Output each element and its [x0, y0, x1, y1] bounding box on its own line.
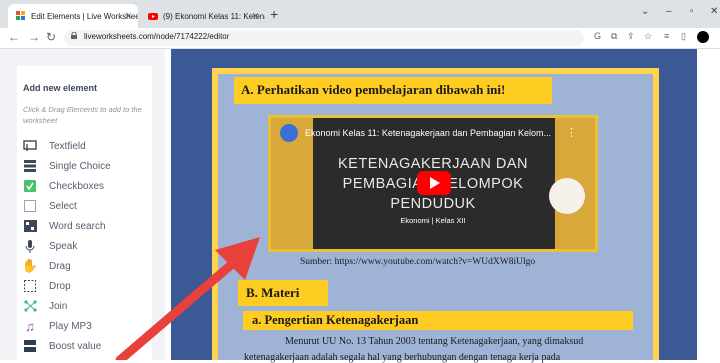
forward-icon[interactable]: → — [28, 30, 40, 44]
sidebar-item-label: Word search — [49, 220, 106, 232]
bookmark-star-icon[interactable]: ☆ — [644, 31, 652, 42]
youtube-favicon-icon — [148, 13, 158, 20]
sidebar-item-label: Join — [49, 300, 68, 312]
subsection-heading: a. Pengertian Ketenagakerjaan — [243, 311, 633, 330]
select-icon — [23, 199, 37, 213]
sidebar-item-label: Select — [49, 200, 77, 212]
sidebar-item-label: Drop — [49, 280, 71, 292]
sidebar-item-label: Checkboxes — [49, 180, 105, 192]
textfield-icon — [23, 139, 37, 153]
section-a-title: A. Perhatikan video pembelajaran dibawah… — [241, 82, 506, 97]
play-button[interactable] — [417, 171, 451, 195]
element-single-choice[interactable]: Single Choice — [23, 158, 111, 174]
video-title[interactable]: Ekonomi Kelas 11: Ketenagakerjaan dan Pe… — [305, 128, 551, 138]
checkbox-icon — [23, 179, 37, 193]
share-icon[interactable]: ⇪ — [627, 31, 635, 42]
money-bag-icon — [549, 178, 585, 214]
profile-avatar[interactable] — [697, 31, 709, 43]
drop-zone-icon — [23, 279, 37, 293]
element-drag[interactable]: ✋ Drag — [21, 258, 71, 274]
close-tab-icon[interactable]: ✕ — [251, 11, 259, 22]
element-boost-value[interactable]: Boost value — [23, 338, 101, 354]
channel-avatar[interactable] — [280, 124, 298, 142]
video-source: Sumber: https://www.youtube.com/watch?v=… — [300, 257, 536, 267]
liveworksheets-favicon-icon — [16, 11, 25, 20]
minimize-icon[interactable]: – — [666, 6, 672, 17]
element-textfield[interactable]: Textfield — [23, 138, 86, 154]
element-word-search[interactable]: Word search — [23, 218, 106, 234]
new-tab-button[interactable]: + — [270, 6, 278, 22]
tab-bar: Edit Elements | Live Worksheets ✕ (9) Ek… — [0, 0, 720, 28]
element-checkboxes[interactable]: Checkboxes — [23, 178, 104, 194]
music-icon: ♫ — [25, 318, 35, 334]
microphone-icon — [23, 239, 37, 253]
paragraph-line: Menurut UU No. 13 Tahun 2003 tentang Ket… — [285, 336, 584, 347]
url-text[interactable]: liveworksheets.com/node/7174222/editor — [84, 32, 229, 41]
tab-youtube[interactable]: (9) Ekonomi Kelas 11: Ketenagaker ✕ — [140, 4, 265, 28]
back-icon[interactable]: ← — [8, 30, 20, 44]
word-search-icon — [23, 219, 37, 233]
tab-title: Edit Elements | Live Worksheets — [31, 11, 138, 21]
video-heading-line3: PENDUDUK — [390, 196, 476, 212]
paragraph-line: ketenagakerjaan adalah segala hal yang b… — [244, 352, 561, 363]
sidebar-item-label: Speak — [49, 240, 78, 252]
google-icon[interactable]: G — [594, 31, 601, 41]
maximize-icon[interactable]: ▫ — [690, 6, 694, 17]
tab-title: (9) Ekonomi Kelas 11: Ketenagaker — [163, 11, 265, 21]
video-menu-icon[interactable]: ⋮ — [566, 126, 577, 139]
reload-icon[interactable]: ↻ — [46, 30, 56, 44]
side-panel-icon[interactable]: ▯ — [681, 31, 686, 42]
subsection-title: a. Pengertian Ketenagakerjaan — [252, 313, 419, 327]
embedded-video[interactable]: Ekonomi Kelas 11: Ketenagakerjaan dan Pe… — [268, 115, 598, 252]
tab-live-worksheets[interactable]: Edit Elements | Live Worksheets ✕ — [8, 4, 138, 28]
element-speak[interactable]: Speak — [23, 238, 77, 254]
element-play-mp3[interactable]: ♫ Play MP3 — [23, 318, 92, 334]
hand-icon: ✋ — [21, 258, 39, 273]
element-join[interactable]: Join — [23, 298, 67, 314]
red-arrow-annotation — [115, 237, 260, 360]
single-choice-icon — [23, 159, 37, 173]
element-drop[interactable]: Drop — [23, 278, 71, 294]
video-heading-line1: KETENAGAKERJAAN DAN — [338, 156, 528, 172]
section-a-heading: A. Perhatikan video pembelajaran dibawah… — [234, 77, 552, 104]
sidebar-item-label: Single Choice — [49, 160, 111, 172]
close-tab-icon[interactable]: ✕ — [124, 11, 132, 22]
screenshot-icon[interactable]: ⧉ — [611, 31, 617, 42]
sidebar-title: Add new element — [23, 83, 98, 93]
sidebar-subtitle: Click & Drag Elements to add to the work… — [23, 105, 142, 125]
sidebar-item-label: Boost value — [49, 340, 102, 352]
close-window-icon[interactable]: ✕ — [710, 6, 718, 17]
tab-search-icon[interactable]: ⌄ — [641, 6, 649, 17]
lock-icon — [71, 32, 77, 39]
join-icon — [23, 299, 37, 313]
sidebar-item-label: Drag — [49, 260, 71, 272]
reading-list-icon[interactable]: ≡ — [664, 31, 669, 41]
sidebar-item-label: Textfield — [49, 140, 86, 152]
boost-icon — [23, 339, 37, 353]
sidebar-item-label: Play MP3 — [49, 320, 92, 332]
address-toolbar: ← → ↻ liveworksheets.com/node/7174222/ed… — [0, 28, 720, 49]
element-select[interactable]: Select — [23, 198, 77, 214]
video-subtitle: Ekonomi | Kelas XII — [400, 216, 466, 225]
